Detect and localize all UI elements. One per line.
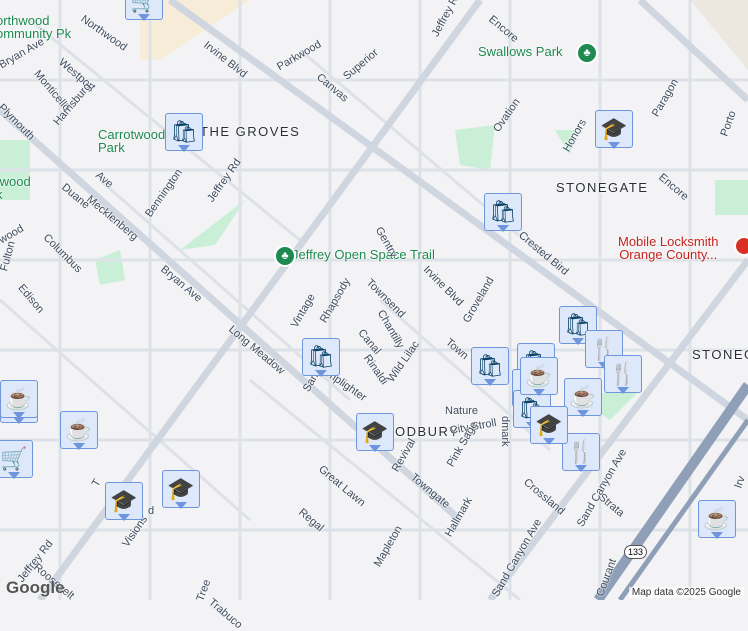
area-label: STONEGATE bbox=[556, 180, 649, 195]
shopping-bag-pin-icon[interactable]: 🛍 bbox=[165, 113, 203, 152]
shopping-bag-pin-icon[interactable]: 🛍 bbox=[302, 338, 340, 377]
school-pin-icon[interactable]: 🎓 bbox=[356, 413, 394, 452]
highway-133 bbox=[593, 382, 748, 600]
street-label: d bbox=[148, 505, 155, 517]
shopping-bag-pin-icon[interactable]: 🛍 bbox=[484, 193, 522, 232]
school-pin-icon[interactable]: 🎓 bbox=[595, 110, 633, 149]
restaurant-pin-icon[interactable]: 🍴 bbox=[604, 355, 642, 394]
school-pin-icon[interactable]: 🎓 bbox=[105, 482, 143, 521]
street-label: Nature bbox=[445, 405, 479, 417]
school-pin-icon[interactable]: 🎓 bbox=[530, 406, 568, 445]
location-pin-icon[interactable] bbox=[734, 236, 748, 256]
map-attribution[interactable]: Map data ©2025 Google bbox=[628, 587, 744, 598]
park-label[interactable]: Carrotwood Park bbox=[98, 128, 165, 154]
shopping-cart-pin-icon[interactable]: 🛒 bbox=[0, 440, 33, 479]
area-label: STONEGATE bbox=[692, 347, 748, 362]
park-label[interactable]: Jeffrey Open Space Trail bbox=[292, 247, 435, 262]
cafe-pin-icon[interactable]: ☕ bbox=[698, 500, 736, 539]
street-label: Trabuco bbox=[206, 596, 245, 631]
park-pin-icon[interactable]: ♣ bbox=[576, 42, 598, 64]
cafe-pin-icon[interactable]: ☕ bbox=[60, 411, 98, 450]
cafe-pin-icon[interactable]: ☕ bbox=[520, 357, 558, 396]
park-pin-icon[interactable]: ♣ bbox=[274, 245, 296, 267]
highway-shield: 133 bbox=[624, 545, 648, 559]
park-label[interactable]: Swallows Park bbox=[478, 44, 563, 59]
park-label[interactable]: twood k bbox=[0, 175, 31, 201]
school-pin-icon[interactable]: 🎓 bbox=[162, 470, 200, 509]
street-label: dmark bbox=[499, 416, 511, 447]
google-logo: Google bbox=[6, 578, 65, 597]
park-label[interactable]: orthwood ommunity Pk bbox=[0, 14, 71, 40]
area-label: THE GROVES bbox=[200, 124, 301, 139]
cafe-pin-icon[interactable]: ☕ bbox=[0, 380, 38, 419]
business-label[interactable]: Mobile Locksmith Orange County... bbox=[618, 235, 718, 261]
shopping-bag-pin-icon[interactable]: 🛍 bbox=[471, 347, 509, 386]
cafe-pin-icon[interactable]: ☕ bbox=[564, 378, 602, 417]
shopping-cart-pin-icon[interactable]: 🛒 bbox=[125, 0, 163, 21]
